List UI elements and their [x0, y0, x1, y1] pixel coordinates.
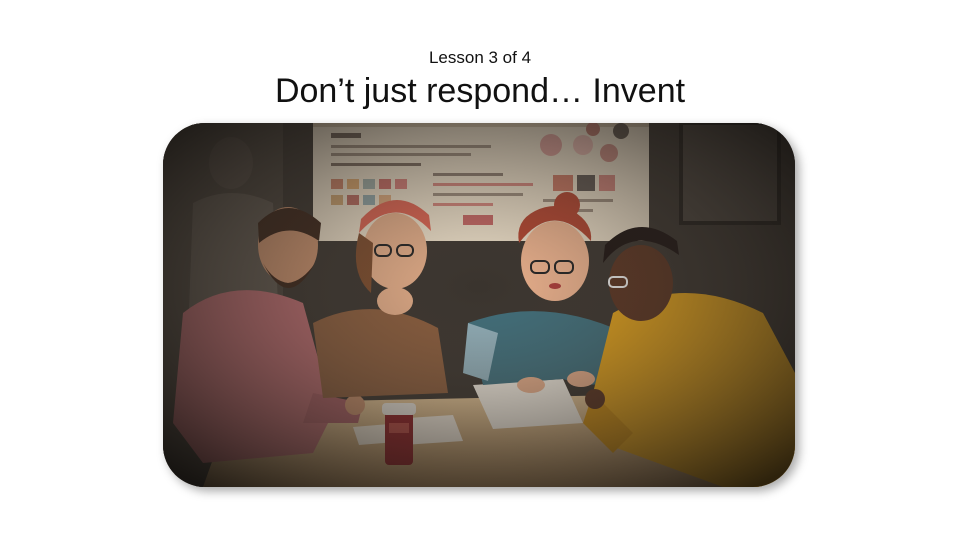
lesson-counter: Lesson 3 of 4: [428, 48, 532, 67]
slide-title: Don’t just respond… Invent: [274, 72, 686, 110]
team-meeting-illustration: [163, 123, 795, 487]
vignette-overlay: [163, 123, 795, 487]
slide: Lesson 3 of 4 Don’t just respond… Invent: [0, 0, 960, 540]
illustration-canvas: [163, 123, 795, 487]
